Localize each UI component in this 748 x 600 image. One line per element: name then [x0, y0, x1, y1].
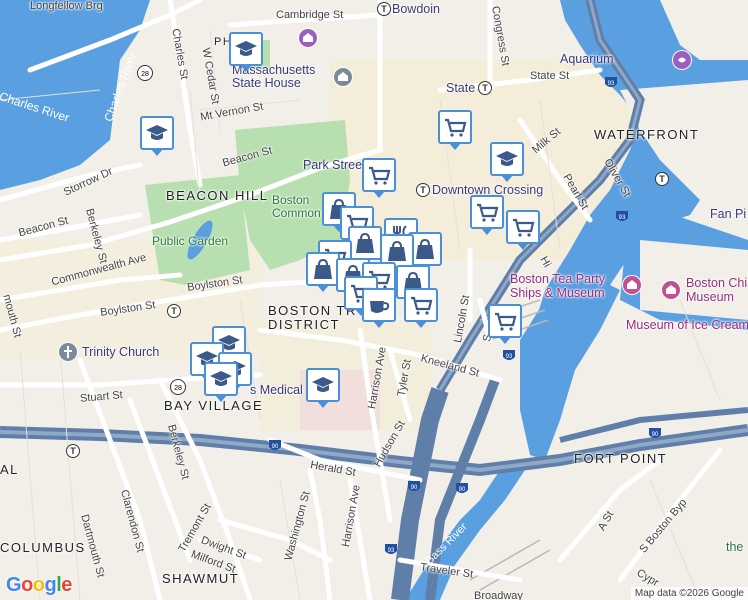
i90-shield-icon-2: 90 — [408, 481, 420, 491]
map-attribution: Map data ©2026 Google — [630, 587, 748, 600]
svg-text:90: 90 — [459, 487, 466, 493]
tea-party-museum-landmark-icon[interactable] — [622, 275, 642, 295]
google-logo: Google — [6, 574, 72, 596]
shop-marker-icon-8[interactable] — [348, 226, 382, 266]
aquarium-station-label[interactable]: Aquarium — [560, 52, 614, 66]
route-28-shield-icon-2: 28 — [170, 379, 186, 395]
shop-marker-icon-4[interactable] — [506, 210, 540, 250]
downtown-crossing-t-icon[interactable]: T — [416, 183, 430, 197]
childrens-museum-landmark-icon[interactable] — [661, 280, 681, 300]
medical-center-label[interactable]: s Medical — [250, 383, 303, 397]
district-al: AL — [0, 462, 19, 477]
trinity-church-landmark-icon[interactable] — [58, 342, 78, 362]
public-garden-label: Public Garden — [152, 234, 229, 248]
school-marker-icon-7[interactable] — [204, 362, 238, 402]
svg-text:28: 28 — [141, 71, 149, 78]
t-station-icon[interactable]: T — [655, 172, 669, 186]
state-house-landmark-icon[interactable] — [333, 67, 353, 87]
shop-marker-icon-2[interactable] — [362, 158, 396, 198]
i93-shield-icon-4: 93 — [385, 544, 397, 554]
shop-marker-icon-17[interactable] — [488, 304, 522, 344]
street-broadway: Broadway — [474, 590, 523, 600]
district-waterfront: WATERFRONT — [594, 127, 700, 142]
park-street-station-label[interactable]: Park Street — [303, 158, 366, 172]
svg-text:90: 90 — [272, 444, 279, 450]
i93-shield-icon-2: 93 — [616, 211, 628, 221]
tea-party-museum-label[interactable]: Boston Tea Party Ships & Museum — [510, 272, 605, 300]
i90-shield-icon: 90 — [269, 440, 281, 450]
svg-text:93: 93 — [619, 215, 626, 221]
boylston-t-icon[interactable]: T — [167, 304, 181, 318]
district-columbus: COLUMBUS — [0, 540, 86, 555]
shop-marker-icon-11[interactable] — [306, 252, 340, 292]
i90-shield-icon-4: 90 — [649, 428, 661, 438]
svg-text:93: 93 — [388, 548, 395, 554]
state-station-label[interactable]: State — [446, 81, 475, 95]
svg-text:90: 90 — [411, 485, 418, 491]
museum-of-ice-cream-label[interactable]: Museum of Ice Cream — [626, 318, 748, 332]
i93-shield-icon: 93 — [605, 77, 617, 87]
svg-text:93: 93 — [608, 81, 615, 87]
shop-marker-icon-16[interactable] — [404, 288, 438, 328]
route-28-shield-icon: 28 — [137, 65, 153, 81]
bowdoin-t-icon[interactable]: T — [377, 2, 391, 16]
aquarium-landmark-icon[interactable] — [672, 50, 692, 70]
state-t-icon[interactable]: T — [478, 81, 492, 95]
school-marker-icon-3[interactable] — [490, 142, 524, 182]
i93-shield-icon-3: 93 — [503, 350, 515, 360]
bowdoin-landmark-icon[interactable] — [298, 28, 318, 48]
bowdoin-station-label[interactable]: Bowdoin — [392, 2, 440, 16]
boston-common-label: Boston Common — [272, 193, 321, 220]
district-bay-village: BAY VILLAGE — [164, 398, 264, 413]
street-longfellow-brg: Longfellow Brg — [30, 0, 103, 12]
school-marker-icon-2[interactable] — [140, 116, 174, 156]
district-fort-point: FORT POINT — [574, 451, 668, 466]
svg-text:93: 93 — [506, 354, 513, 360]
street-state: State St — [530, 70, 570, 82]
school-marker-icon[interactable] — [229, 32, 263, 72]
district-beacon-hill: BEACON HILL — [166, 188, 269, 203]
fan-pier-label[interactable]: Fan Pi — [710, 207, 746, 221]
map-canvas[interactable]: BEACON HILL WATERFRONT BOSTON TR DISTRIC… — [0, 0, 748, 600]
cafe-marker-icon[interactable] — [362, 288, 396, 328]
trinity-church-label[interactable]: Trinity Church — [82, 345, 159, 359]
the-label: the — [726, 540, 744, 554]
shop-marker-icon[interactable] — [438, 110, 472, 150]
school-marker-icon-8[interactable] — [306, 368, 340, 408]
svg-text:90: 90 — [652, 432, 659, 438]
svg-text:28: 28 — [174, 385, 182, 392]
street-cambridge: Cambridge St — [276, 9, 344, 21]
i90-shield-icon-3: 90 — [456, 483, 468, 493]
back-bay-t-icon[interactable]: T — [66, 444, 80, 458]
childrens-museum-label[interactable]: Boston Children's Museum — [686, 276, 748, 304]
shop-marker-icon-3[interactable] — [470, 195, 504, 235]
